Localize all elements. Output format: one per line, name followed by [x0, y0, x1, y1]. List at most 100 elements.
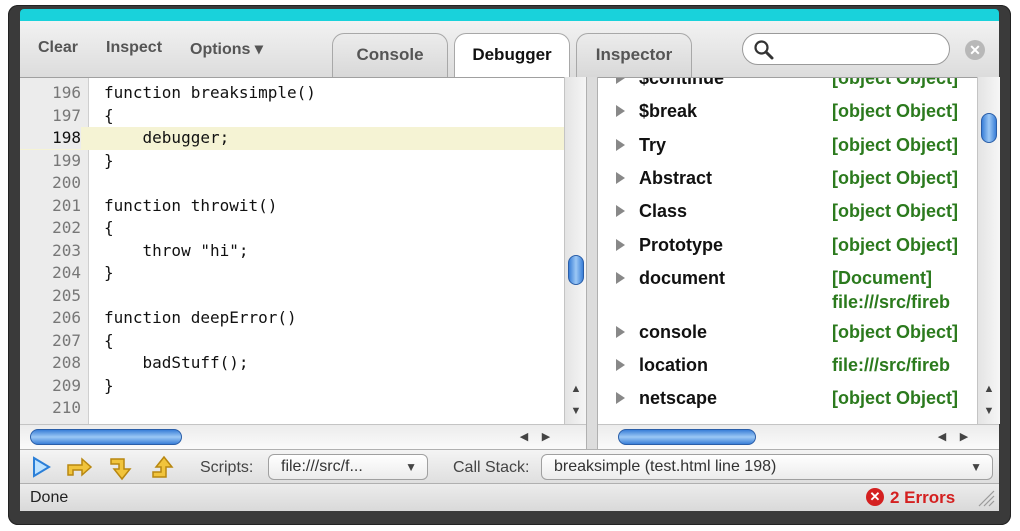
- line-number: 202: [52, 218, 81, 237]
- scroll-up-arrow-icon[interactable]: ▲: [979, 380, 999, 398]
- source-horizontal-scroll-thumb[interactable]: [30, 429, 182, 445]
- watch-property-name: location: [639, 355, 709, 376]
- source-line[interactable]: 203 throw "hi";: [20, 240, 586, 263]
- source-line[interactable]: 197 {: [20, 105, 586, 128]
- watch-horizontal-scrollbar[interactable]: ◀ ▶: [598, 424, 999, 449]
- continue-icon[interactable]: [30, 455, 52, 479]
- code-text: function deepError(): [104, 308, 297, 327]
- error-count-badge[interactable]: ✕ 2 Errors: [866, 488, 955, 508]
- source-line[interactable]: 200: [20, 172, 586, 195]
- tab-debugger[interactable]: Debugger: [454, 33, 570, 78]
- status-bar: Done ✕ 2 Errors: [20, 483, 999, 511]
- code-text: }: [104, 375, 114, 395]
- error-count-label: 2 Errors: [890, 488, 956, 507]
- inspect-button[interactable]: Inspect: [106, 39, 162, 57]
- code-text: }: [104, 263, 114, 282]
- watch-vertical-scroll-thumb[interactable]: [981, 113, 997, 143]
- tab-inspector[interactable]: Inspector: [576, 33, 692, 77]
- source-line[interactable]: 210: [20, 397, 586, 420]
- line-number: 200: [52, 173, 81, 192]
- code-text: {: [104, 218, 114, 237]
- expand-arrow-icon[interactable]: [616, 105, 625, 118]
- search-input[interactable]: [777, 38, 946, 62]
- source-line[interactable]: 202 {: [20, 217, 586, 240]
- options-menu[interactable]: Options ▾: [190, 39, 263, 59]
- expand-arrow-icon[interactable]: [616, 205, 625, 218]
- clear-button[interactable]: Clear: [38, 39, 78, 57]
- line-number: 205: [52, 285, 81, 305]
- watch-property-value: file:///src/fireb: [832, 355, 951, 376]
- pane-splitter[interactable]: [586, 77, 598, 449]
- search-box[interactable]: [742, 33, 950, 65]
- scroll-right-arrow-icon[interactable]: ▶: [538, 428, 554, 446]
- source-line[interactable]: 201 function throwit(): [20, 195, 586, 218]
- scripts-label: Scripts:: [200, 459, 254, 476]
- source-view[interactable]: 196 function breaksimple() 197 {198 debugge…: [20, 77, 586, 425]
- watch-panel[interactable]: $continue [object Object] $break [object Ob…: [598, 77, 977, 425]
- current-source-line[interactable]: 198 debugger;: [20, 127, 586, 150]
- tab-console[interactable]: Console: [332, 33, 448, 77]
- code-text: debugger;: [104, 128, 230, 147]
- expand-arrow-icon[interactable]: [616, 392, 625, 405]
- line-number: 207: [52, 330, 81, 350]
- line-number: 197: [52, 105, 81, 125]
- source-line[interactable]: 208 badStuff();: [20, 352, 586, 375]
- expand-arrow-icon[interactable]: [616, 238, 625, 251]
- code-text: {: [104, 105, 114, 125]
- step-out-icon[interactable]: [150, 455, 178, 481]
- line-number: 199: [52, 150, 81, 170]
- expand-arrow-icon[interactable]: [616, 78, 625, 84]
- resize-grip-icon[interactable]: [975, 487, 995, 507]
- source-vertical-scrollbar[interactable]: ▲ ▼: [564, 77, 587, 424]
- step-into-icon[interactable]: [108, 455, 136, 481]
- scroll-left-arrow-icon[interactable]: ◀: [934, 428, 950, 446]
- line-number: 198: [20, 127, 81, 149]
- source-line[interactable]: 209}: [20, 375, 586, 398]
- line-number: 208: [52, 353, 81, 372]
- expand-arrow-icon[interactable]: [616, 271, 625, 284]
- chevron-down-icon: ▼: [405, 460, 417, 474]
- scroll-up-arrow-icon[interactable]: ▲: [566, 380, 586, 398]
- clear-search-icon[interactable]: ✕: [965, 40, 985, 60]
- watch-property-name: Try: [639, 134, 667, 155]
- error-icon: ✕: [866, 488, 884, 506]
- watch-property-value: [object Object]: [832, 167, 959, 188]
- line-number: 196: [52, 83, 81, 102]
- scripts-select[interactable]: file:///src/f... ▼: [268, 454, 428, 480]
- source-line[interactable]: 207 {: [20, 330, 586, 353]
- source-line[interactable]: 196 function breaksimple(): [20, 82, 586, 105]
- source-horizontal-scrollbar[interactable]: ◀ ▶: [20, 424, 586, 449]
- expand-arrow-icon[interactable]: [616, 325, 625, 338]
- watch-property-value: [object Object]: [832, 388, 959, 409]
- line-number: 203: [52, 240, 81, 260]
- step-over-icon[interactable]: [64, 455, 94, 479]
- expand-arrow-icon[interactable]: [616, 359, 625, 372]
- code-text: {: [104, 330, 114, 350]
- watch-property-value: [object Object]: [832, 201, 959, 222]
- call-stack-select[interactable]: breaksimple (test.html line 198) ▼: [541, 454, 993, 480]
- watch-horizontal-scroll-thumb[interactable]: [618, 429, 756, 445]
- watch-property-value: [object Object]: [832, 234, 959, 255]
- scroll-right-arrow-icon[interactable]: ▶: [956, 428, 972, 446]
- watch-property-value: [Document] file:///src/fireb: [832, 267, 951, 312]
- expand-arrow-icon[interactable]: [616, 138, 625, 151]
- source-line[interactable]: 206 function deepError(): [20, 307, 586, 330]
- watch-property-value: [object Object]: [832, 77, 959, 88]
- watch-vertical-scrollbar[interactable]: ▲ ▼: [977, 77, 1000, 424]
- source-vertical-scroll-thumb[interactable]: [568, 255, 584, 285]
- expand-arrow-icon[interactable]: [616, 171, 625, 184]
- firebug-window: Clear Inspect Options ▾ Console Debugger…: [20, 21, 1000, 511]
- scroll-left-arrow-icon[interactable]: ◀: [516, 428, 532, 446]
- source-line[interactable]: 204}: [20, 262, 586, 285]
- watch-property-name: Class: [639, 201, 688, 222]
- source-line[interactable]: 205: [20, 285, 586, 308]
- watch-property-name: netscape: [639, 388, 718, 409]
- scroll-down-arrow-icon[interactable]: ▼: [979, 402, 999, 420]
- scroll-down-arrow-icon[interactable]: ▼: [566, 402, 586, 420]
- watch-property-name: console: [639, 321, 708, 342]
- line-number: 210: [52, 398, 81, 417]
- status-text: Done: [30, 489, 69, 506]
- source-line[interactable]: 199}: [20, 150, 586, 173]
- scripts-select-value: file:///src/f...: [281, 458, 363, 475]
- watch-property-name: $continue: [639, 77, 725, 88]
